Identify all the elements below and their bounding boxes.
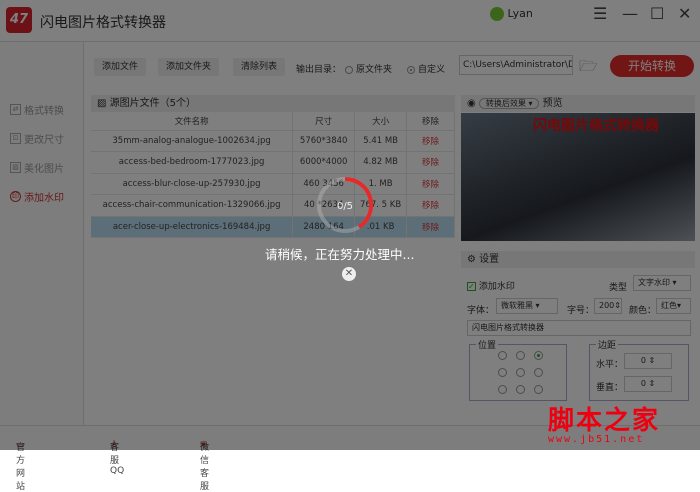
site-watermark-logo: 脚本之家 bbox=[548, 406, 661, 436]
progress-count: 0/5 bbox=[337, 201, 353, 212]
progress-spinner: 0/5 bbox=[317, 176, 374, 233]
site-watermark-url: www.jb51.net bbox=[548, 434, 645, 445]
processing-message: 请稍候，正在努力处理中... bbox=[265, 247, 415, 262]
cancel-close-icon[interactable]: ✕ bbox=[342, 267, 356, 281]
